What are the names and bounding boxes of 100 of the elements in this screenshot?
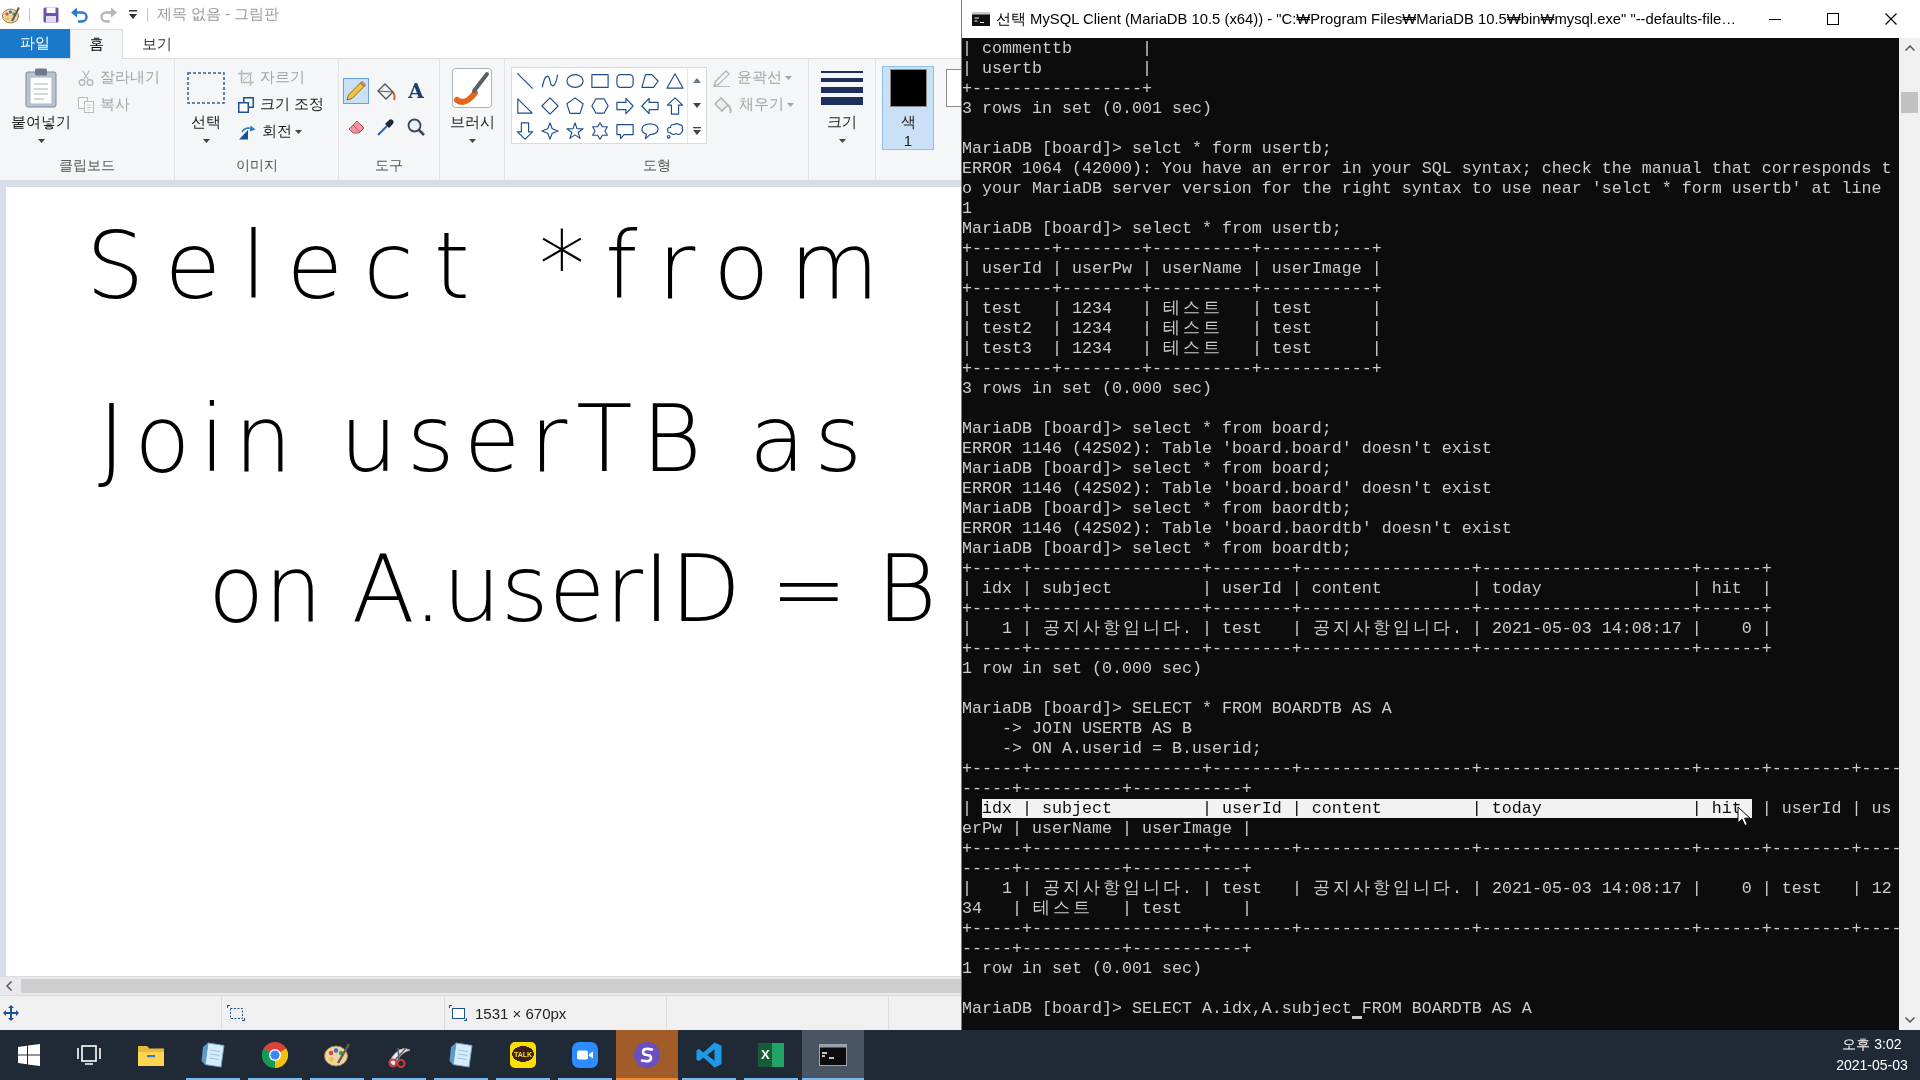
taskbar-button[interactable]: X	[740, 1030, 802, 1080]
caret-icon	[202, 139, 210, 143]
scroll-up-icon[interactable]	[693, 78, 701, 83]
magnifier-icon	[407, 118, 425, 136]
down-arrow-shape-icon[interactable]	[515, 121, 534, 140]
select-button[interactable]: 선택	[180, 59, 232, 154]
triangle-shape-icon[interactable]	[665, 71, 684, 90]
console-line: | test2 | 1234 | 테스트 | test |	[962, 319, 1382, 339]
console-line: +-----+-----------------+--------+-----------------+---------------------+------+	[962, 559, 1772, 579]
expand-icon[interactable]	[693, 126, 701, 135]
dropdown-icon[interactable]	[129, 10, 137, 19]
console-line: 1 row in set (0.000 sec)	[962, 659, 1202, 679]
windows-logo-icon	[18, 1044, 40, 1066]
terminal-icon	[819, 1044, 847, 1066]
rectangle-callout-shape-icon[interactable]	[615, 121, 634, 140]
save-icon[interactable]	[43, 6, 59, 23]
hexagon-shape-icon[interactable]	[590, 96, 609, 115]
handwritten-text: Select *from	[86, 212, 900, 322]
taskbar-button[interactable]	[802, 1030, 864, 1080]
minimize-icon	[1769, 18, 1781, 20]
resize-icon	[238, 96, 254, 113]
console-line: +-----+-----------------+--------+-----------------+---------------------+------+--------+----	[962, 839, 1899, 859]
browser-icon	[262, 1042, 288, 1068]
group-label: 도구	[375, 157, 403, 175]
scrollbar-thumb[interactable]	[21, 979, 961, 993]
console-line: | 1 | 공지사항입니다. | test | 공지사항입니다. | 2021-05-03 14:08:17 | 0 | test | 12	[962, 879, 1892, 899]
console-line: | userId | userPw | userName | userImage |	[962, 259, 1382, 279]
undo-icon[interactable]	[71, 6, 89, 23]
console-line: ERROR 1146 (42S02): Table 'board.board' doesn't exist	[962, 439, 1492, 459]
ribbon-tab[interactable]: 보기	[123, 29, 191, 58]
brush-icon	[452, 68, 492, 108]
line-thickness-icon	[821, 71, 863, 105]
oval-callout-shape-icon[interactable]	[640, 121, 659, 140]
console-line: MariaDB [board]> SELECT A.idx,A.subject	[962, 999, 1352, 1018]
five-point-star-shape-icon[interactable]	[565, 121, 584, 140]
outline-icon	[713, 68, 731, 87]
window-title: 선택 MySQL Client (MariaDB 10.5 (x64)) - "C:₩Program Files₩MariaDB 10.5₩bin₩mysql.exe" "--defaults-file…	[996, 9, 1737, 29]
console-line: o your MariaDB server version for the right syntax to use near 'selct * form usertb' at line	[962, 179, 1882, 199]
console-line: MariaDB [board]> select * from boardtb;	[962, 539, 1352, 559]
console-line: -----+----------+-----------+	[962, 939, 1252, 959]
scrollbar-thumb[interactable]	[1901, 92, 1918, 113]
resize-button[interactable]: 크기 조정	[238, 91, 325, 118]
console-line: MariaDB [board]> select * from baordtb;	[962, 499, 1352, 519]
text-tool-button[interactable]: A	[403, 78, 429, 104]
canvas-size-text: 1531 × 670px	[475, 1004, 567, 1022]
group-label: 클립보드	[59, 157, 115, 175]
diamond-shape-icon[interactable]	[540, 96, 559, 115]
console-line: | commenttb |	[962, 39, 1152, 59]
file-menu-button[interactable]: 파일	[0, 29, 70, 58]
console-line: | test | 1234 | 테스트 | test |	[962, 299, 1382, 319]
scroll-down-icon[interactable]	[1904, 1017, 1915, 1023]
caret-icon	[468, 139, 476, 143]
clock-time: 오후 3:02	[1842, 1035, 1902, 1054]
console-line: ERROR 1064 (42000): You have an error in your SQL syntax; check the manual that corresponds t	[962, 159, 1892, 179]
console-line: +--------+--------+----------+-----------+	[962, 359, 1382, 379]
eraser-icon	[347, 120, 365, 134]
console-line: MariaDB [board]> select * from board;	[962, 419, 1332, 439]
console-line: MariaDB [board]> select * from board;	[962, 459, 1332, 479]
text-cursor	[1351, 1016, 1362, 1019]
console-line: +-----+-----------------+--------+-----------------+---------------------+------+	[962, 599, 1772, 619]
palette-icon	[2, 5, 20, 24]
scroll-down-icon[interactable]	[693, 103, 701, 108]
rectangle-shape-icon[interactable]	[590, 71, 609, 90]
rotate-icon	[238, 123, 256, 140]
console-line: 3 rows in set (0.000 sec)	[962, 379, 1212, 399]
scissors-icon	[78, 69, 94, 86]
six-point-star-shape-icon[interactable]	[590, 121, 609, 140]
console-line: | idx | subject | userId | content | today | hit |	[962, 579, 1772, 599]
right-triangle-shape-icon[interactable]	[515, 96, 534, 115]
left-arrow-shape-icon[interactable]	[640, 96, 659, 115]
console-line: +--------+--------+----------+-----------+	[962, 239, 1382, 259]
oval-shape-icon[interactable]	[565, 71, 584, 90]
code-editor-icon	[696, 1042, 722, 1068]
rounded-rectangle-shape-icon[interactable]	[615, 71, 634, 90]
cloud-callout-shape-icon[interactable]	[665, 121, 684, 140]
console-line: -> JOIN USERTB AS B	[1000, 719, 1192, 739]
up-arrow-shape-icon[interactable]	[665, 96, 684, 115]
line-shape-icon[interactable]	[515, 71, 534, 90]
pentagon-shape-icon[interactable]	[565, 96, 584, 115]
polygon-shape-icon[interactable]	[640, 71, 659, 90]
clipboard-icon	[25, 68, 57, 108]
rotate-button[interactable]: 회전	[238, 118, 325, 145]
scroll-left-icon[interactable]	[6, 981, 12, 991]
console-line: ERROR 1146 (42S02): Table 'board.baordtb' doesn't exist	[962, 519, 1512, 539]
console-line: | test3 | 1234 | 테스트 | test |	[962, 339, 1382, 359]
clock-date: 2021-05-03	[1836, 1056, 1908, 1075]
right-arrow-shape-icon[interactable]	[615, 96, 634, 115]
primary-color-button[interactable]: 색 1	[882, 66, 934, 150]
scroll-up-icon[interactable]	[1904, 45, 1915, 51]
size-button[interactable]: 크기	[816, 59, 868, 154]
notepad-icon	[449, 1042, 473, 1068]
crop-icon	[238, 69, 254, 86]
notepad-icon	[201, 1042, 225, 1068]
paste-button[interactable]: 붙여넣기	[10, 59, 72, 154]
console-line: +-----------------+	[962, 79, 1152, 99]
console-line: erPw | userName | userImage |	[962, 819, 1252, 839]
four-point-star-shape-icon[interactable]	[540, 121, 559, 140]
ribbon-tab[interactable]: 홈	[70, 29, 123, 59]
console-line: -----+----------+-----------+	[962, 779, 1252, 799]
brushes-button[interactable]: 브러시	[446, 59, 498, 154]
